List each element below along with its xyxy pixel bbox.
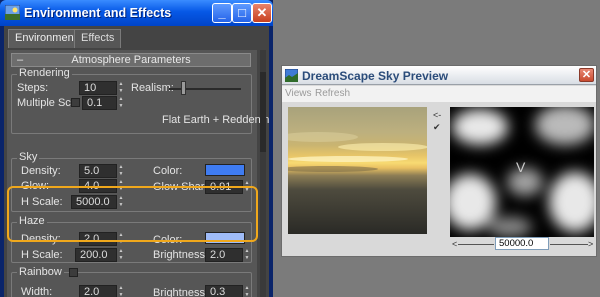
realism-slider-track[interactable]: [169, 88, 241, 90]
rainbow-width-spinner-arrows[interactable]: ▲ ▼: [118, 285, 124, 297]
multiple-scattering-spinner[interactable]: 0.1: [82, 96, 117, 110]
steps-label: Steps:: [17, 82, 49, 94]
haze-hscale-label: H Scale:: [21, 249, 63, 261]
haze-brightness-label: Brightness:: [153, 249, 209, 261]
environment-effects-window: Environment and Effects _ □ ✕ Environmen…: [0, 0, 273, 297]
collapse-icon: –: [17, 54, 24, 66]
scrollbar-thumb[interactable]: [260, 72, 266, 152]
sky-render-view: [288, 107, 427, 234]
ruler-right-arrow: >: [588, 239, 594, 249]
sky-preview-window: DreamScape Sky Preview ✕ Views Refresh <…: [281, 65, 597, 257]
close-button[interactable]: ✕: [252, 3, 272, 23]
rainbow-width-spinner[interactable]: 2.0: [79, 285, 117, 297]
sky-clouds-overlay: [288, 132, 427, 172]
haze-highlight-frame: [7, 186, 258, 242]
haze-hscale-spinner[interactable]: 200.0: [75, 248, 117, 262]
atmosphere-rollout-header[interactable]: – Atmosphere Parameters: [11, 53, 251, 67]
preview-body: <- ✔ V < 50000.0 >: [282, 102, 596, 256]
cloud-map-view: V: [450, 107, 594, 237]
ruler-line-left: [458, 244, 494, 245]
haze-brightness-spinner[interactable]: 2.0: [205, 248, 243, 262]
preview-close-button[interactable]: ✕: [579, 68, 594, 82]
sky-density-label: Density:: [21, 165, 61, 177]
sky-color-label: Color:: [153, 165, 183, 177]
maximize-button[interactable]: □: [232, 3, 252, 23]
view-direction-marker: V: [516, 159, 526, 175]
window-client: Environment Effects – Atmosphere Paramet…: [4, 26, 269, 297]
minimize-button[interactable]: _: [212, 3, 232, 23]
preview-menubar: Views Refresh: [282, 86, 596, 102]
tab-bar: Environment Effects: [4, 26, 269, 48]
tab-effects[interactable]: Effects: [74, 29, 122, 48]
haze-hscale-spinner-arrows[interactable]: ▲ ▼: [118, 248, 124, 262]
ruler-left-arrow: <: [452, 239, 458, 249]
sky-density-spinner-arrows[interactable]: ▲ ▼: [118, 164, 124, 178]
rainbow-brightness-label: Brightness:: [153, 287, 209, 297]
rainbow-width-label: Width:: [21, 286, 53, 297]
close-icon: ✕: [256, 5, 268, 20]
menu-refresh[interactable]: Refresh: [315, 88, 350, 99]
close-icon: ✕: [581, 69, 592, 81]
rainbow-group-label: Rainbow: [17, 266, 64, 278]
sky-group-label: Sky: [17, 151, 40, 163]
minimize-icon: _: [218, 5, 226, 20]
steps-spinner-arrows[interactable]: ▲ ▼: [118, 81, 124, 95]
multiple-scattering-checkbox[interactable]: [71, 98, 80, 107]
swap-arrow[interactable]: <-: [433, 110, 441, 120]
haze-brightness-spinner-arrows[interactable]: ▲ ▼: [244, 248, 250, 262]
rollout-title: Atmosphere Parameters: [71, 54, 191, 66]
sky-color-swatch[interactable]: [205, 164, 245, 176]
rollout-panel: – Atmosphere Parameters Rendering Steps:…: [7, 50, 269, 297]
tab-environment[interactable]: Environment: [8, 29, 84, 48]
sky-density-spinner[interactable]: 5.0: [79, 164, 117, 178]
window-title: Environment and Effects: [24, 6, 172, 20]
rainbow-brightness-spinner[interactable]: 0.3: [205, 285, 243, 297]
realism-slider-thumb[interactable]: [181, 81, 187, 95]
preview-title: DreamScape Sky Preview: [302, 69, 449, 83]
maximize-icon: □: [238, 5, 246, 20]
ruler-line-right: [550, 244, 588, 245]
rainbow-brightness-spinner-arrows[interactable]: ▲ ▼: [244, 285, 250, 297]
rendering-mode-text: Flat Earth + Reddening: [162, 114, 269, 126]
multiple-scattering-spinner-arrows[interactable]: ▲ ▼: [118, 96, 124, 110]
realism-label: Realism:: [131, 82, 174, 94]
scale-distance-field[interactable]: 50000.0: [495, 237, 549, 250]
multiple-scattering-label: Multiple Sc: [17, 97, 71, 109]
preview-titlebar[interactable]: DreamScape Sky Preview ✕: [282, 66, 596, 85]
window-titlebar[interactable]: Environment and Effects _ □ ✕: [0, 0, 273, 26]
rainbow-checkbox[interactable]: [69, 268, 78, 277]
rollout-scrollbar[interactable]: [260, 50, 266, 297]
rendering-group-label: Rendering: [17, 67, 72, 79]
steps-spinner[interactable]: 10: [79, 81, 117, 95]
sky-icon: [5, 5, 20, 20]
menu-views[interactable]: Views: [285, 88, 312, 99]
sync-checkbox[interactable]: ✔: [433, 122, 441, 133]
dreamscape-icon: [285, 69, 298, 82]
